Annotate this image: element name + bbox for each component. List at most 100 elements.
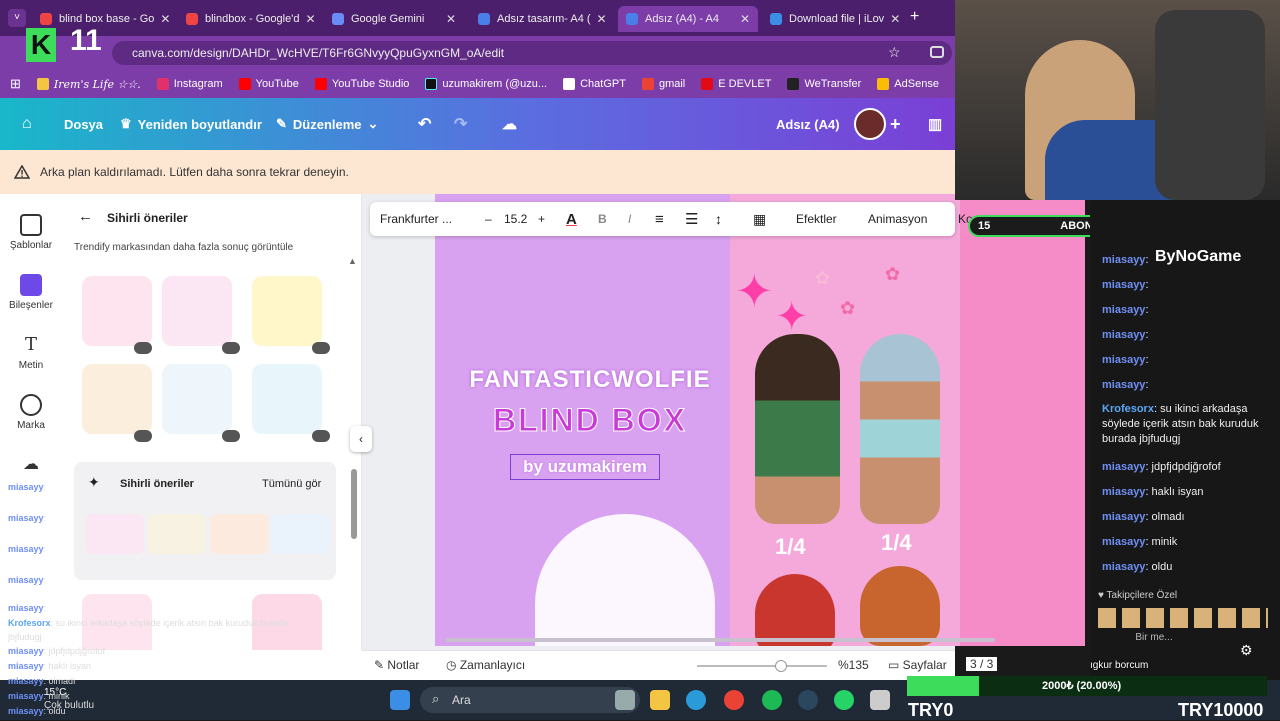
chat-settings-icon[interactable]: ⚙ [1240,642,1253,659]
camera-icon[interactable] [930,46,944,58]
font-size-input[interactable]: 15.2 [504,202,527,236]
bold-icon[interactable]: B [598,202,607,236]
taskbar-search[interactable]: Ara [420,687,640,713]
zoom-value[interactable]: %135 [838,658,869,672]
close-tab-icon[interactable]: ✕ [734,12,750,26]
chat-user[interactable]: miasayy [1102,254,1145,266]
star-planet-sticker[interactable] [252,276,322,346]
tab-2[interactable]: Google Gemini ✕ [324,6,464,32]
avatar[interactable] [854,98,886,150]
bookmark-star-icon[interactable]: ☆ [888,44,901,61]
teddy-bear-sticker[interactable] [82,364,152,434]
chat-input[interactable]: Bir me... [1128,632,1180,658]
insights-chart-icon[interactable]: ▥ [928,98,942,150]
see-all-link[interactable]: Tümünü gör [262,478,321,490]
spacing-icon[interactable]: ↕ [715,202,722,236]
tab-search-dropdown-icon[interactable]: ˅ [8,9,26,27]
new-tab-icon[interactable]: + [910,8,919,26]
horizontal-scrollbar[interactable] [445,638,995,642]
panel-scrollbar[interactable] [351,469,357,539]
italic-icon[interactable]: I [628,202,631,236]
close-tab-icon[interactable]: ✕ [884,12,900,26]
design-title-line2[interactable]: BLIND BOX [445,402,735,439]
resize-button[interactable]: ♛ Yeniden boyutlandır [120,98,262,150]
doll-figure-red-hair[interactable] [755,574,835,646]
bookmark-youtube-studio[interactable]: YouTube Studio [314,78,409,90]
chat-user[interactable]: miasayy [1102,561,1145,573]
rail-text[interactable]: T Metin [0,334,62,371]
file-menu-button[interactable]: Dosya [64,98,103,150]
list-icon[interactable]: ☰ [685,202,698,236]
bookmark-adsense[interactable]: AdSense [877,78,939,90]
apps-grid-icon[interactable]: ⊞ [10,76,21,92]
back-arrow-icon[interactable]: ← [78,208,93,225]
doll-figure-blue-bikini[interactable] [860,334,940,524]
doll-figure-green-dress[interactable] [755,334,840,524]
text-color-icon[interactable]: A [566,202,577,236]
edge-icon[interactable] [686,690,706,710]
close-tab-icon[interactable]: ✕ [299,12,315,26]
star-ribbon-sticker[interactable] [162,364,232,434]
bookmark-chatgpt[interactable]: ChatGPT [563,78,626,90]
windows-start-icon[interactable] [390,690,410,710]
suggestion-sticker-4[interactable] [272,514,330,554]
close-tab-icon[interactable]: ✕ [154,12,170,26]
design-title-line1[interactable]: FANTASTICWOLFIE [445,366,735,394]
url-field[interactable]: canva.com/design/DAHDr_WcHVE/T6Fr6GNvyyQ… [112,41,952,65]
design-byline-selected[interactable]: by uzumakirem [510,454,660,480]
close-tab-icon[interactable]: ✕ [440,12,456,26]
task-view-icon[interactable] [615,690,635,710]
fraction-label-a[interactable]: 1/4 [775,534,806,560]
chrome-icon[interactable] [724,690,744,710]
zoom-slider[interactable] [697,660,827,672]
file-explorer-icon[interactable] [650,690,670,710]
design-page[interactable]: ✦ ✦ ✿ ✿ ✿ FANTASTICWOLFIE BLIND BOX by u… [435,194,1085,646]
notes-button[interactable]: ✎ Notlar [374,658,419,672]
spotify-icon[interactable] [762,690,782,710]
transparency-icon[interactable]: ▦ [753,202,766,236]
rainbow-sticker[interactable] [252,364,322,434]
chat-user[interactable]: miasayy [1102,379,1145,391]
font-size-increase-button[interactable]: + [538,202,545,236]
chat-user[interactable]: miasayy [1102,511,1145,523]
bookmark-tiktok[interactable]: uzumakirem (@uzu... [425,78,547,90]
tab-4-active[interactable]: Adsız (A4) - A4 ✕ [618,6,758,32]
hearts-sticker[interactable] [162,276,232,346]
chat-user[interactable]: miasayy [1102,486,1145,498]
home-icon[interactable]: ⌂ [22,98,32,150]
document-title[interactable]: Adsız (A4) [776,98,840,150]
suggestion-sticker-3[interactable] [210,514,268,554]
effects-button[interactable]: Efektler [796,202,837,236]
chat-user[interactable]: miasayy [1102,461,1145,473]
chat-user[interactable]: miasayy [1102,536,1145,548]
redo-icon[interactable]: ↷ [454,98,467,150]
font-family-select[interactable]: Frankfurter ... [380,202,452,236]
suggestion-sticker-2[interactable] [148,514,206,554]
rail-brand[interactable]: Marka [0,394,62,431]
align-icon[interactable]: ≡ [655,202,664,236]
scroll-up-icon[interactable]: ▲ [348,256,357,266]
whatsapp-icon[interactable] [834,690,854,710]
app-icon[interactable] [870,690,890,710]
doll-figure-orange-hair[interactable] [860,566,940,646]
bookmark-wetransfer[interactable]: WeTransfer [787,78,861,90]
cloud-saved-icon[interactable]: ☁ [502,98,517,150]
rail-elements[interactable]: Bileşenler [0,274,62,311]
rail-uploads[interactable]: ☁ [0,454,62,474]
bookmark-gmail[interactable]: gmail [641,78,685,90]
font-size-decrease-button[interactable]: – [485,202,492,236]
undo-icon[interactable]: ↶ [418,98,431,150]
zoom-slider-thumb[interactable] [775,660,787,672]
bunny-sticker[interactable] [82,276,152,346]
bookmark-youtube[interactable]: YouTube [238,78,299,90]
panel-subtitle[interactable]: Trendify markasından daha fazla sonuç gö… [74,242,293,253]
timer-button[interactable]: ◷ Zamanlayıcı [446,658,525,672]
bookmark-edevlet[interactable]: E DEVLET [701,78,771,90]
animation-button[interactable]: Animasyon [868,202,927,236]
chat-user[interactable]: miasayy [1102,279,1145,291]
chat-user[interactable]: miasayy [1102,354,1145,366]
suggestion-sticker-1[interactable] [86,514,144,554]
steam-icon[interactable] [798,690,818,710]
close-tab-icon[interactable]: ✕ [591,12,607,26]
tab-3[interactable]: Adsız tasarım- A4 (✕ [470,6,614,32]
